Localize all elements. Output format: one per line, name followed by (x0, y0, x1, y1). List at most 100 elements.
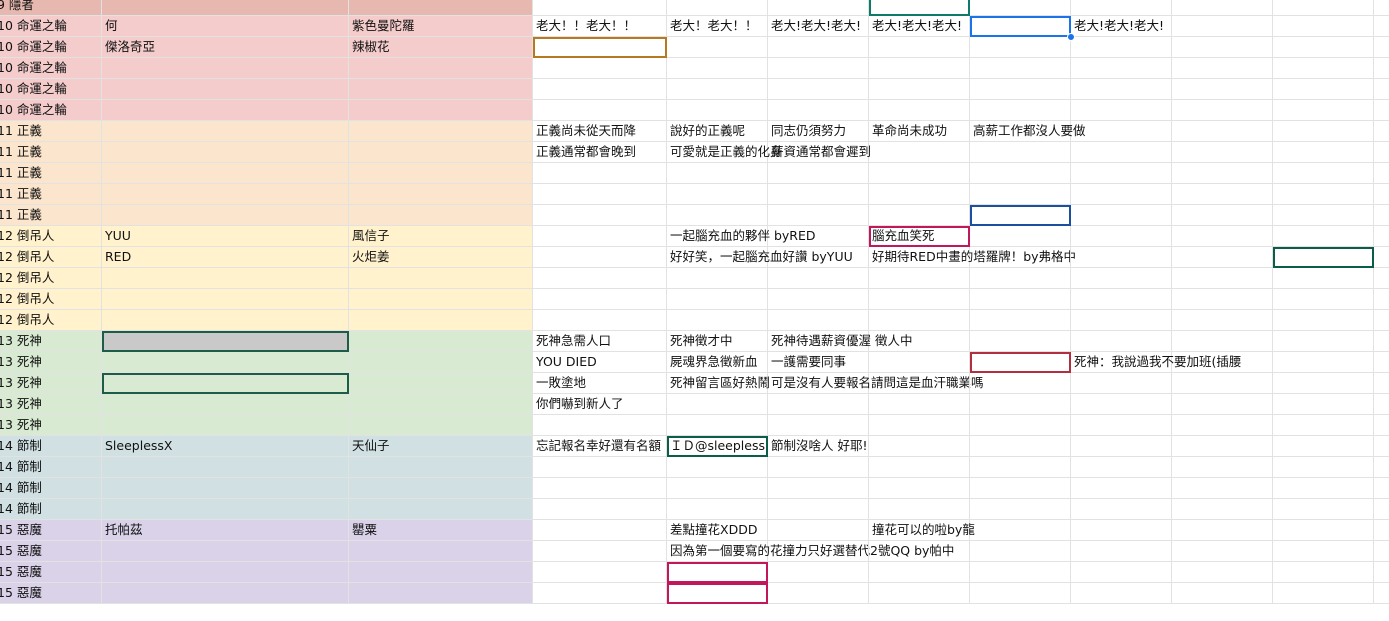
cell[interactable] (1172, 0, 1273, 16)
cell[interactable]: 12 倒吊人 (0, 226, 102, 247)
cell[interactable]: 老大!老大!老大! (768, 16, 869, 37)
cell[interactable]: 13 死神 (0, 394, 102, 415)
cell[interactable] (349, 352, 533, 373)
cell[interactable] (1172, 184, 1273, 205)
cell[interactable] (1273, 163, 1374, 184)
cell[interactable] (102, 205, 349, 226)
cell[interactable] (970, 142, 1071, 163)
cell[interactable] (1374, 268, 1389, 289)
cell[interactable] (349, 58, 533, 79)
cell[interactable]: 可愛就是正義的化身 (667, 142, 783, 163)
cell[interactable] (869, 310, 970, 331)
cell[interactable]: 差點撞花XDDD (667, 520, 768, 541)
cell[interactable] (970, 562, 1071, 583)
cell[interactable]: 13 死神 (0, 331, 102, 352)
cell[interactable] (102, 289, 349, 310)
cell[interactable] (1071, 415, 1172, 436)
cell[interactable] (349, 373, 533, 394)
cell[interactable] (1374, 562, 1389, 583)
cell[interactable] (1071, 247, 1172, 268)
cell[interactable] (1071, 436, 1172, 457)
cell[interactable]: 10 命運之輪 (0, 79, 102, 100)
cell[interactable] (667, 289, 768, 310)
cell[interactable] (1172, 583, 1273, 604)
cell[interactable] (970, 541, 1071, 562)
cell[interactable] (533, 478, 667, 499)
cell[interactable] (970, 394, 1071, 415)
cell[interactable]: 12 倒吊人 (0, 310, 102, 331)
cell[interactable] (1374, 16, 1389, 37)
cell[interactable] (1172, 541, 1273, 562)
cell[interactable]: 你們嚇到新人了 (533, 394, 667, 415)
cell[interactable] (1172, 163, 1273, 184)
cell[interactable] (869, 289, 970, 310)
cell[interactable] (970, 37, 1071, 58)
cell[interactable]: 11 正義 (0, 184, 102, 205)
cell[interactable] (1374, 142, 1389, 163)
cell[interactable] (768, 499, 869, 520)
cell[interactable] (1374, 37, 1389, 58)
cell[interactable]: 15 惡魔 (0, 541, 102, 562)
cell[interactable] (869, 394, 970, 415)
cell[interactable] (1172, 289, 1273, 310)
cell[interactable] (533, 226, 667, 247)
cell[interactable]: 同志仍須努力 (768, 121, 869, 142)
cell[interactable] (102, 79, 349, 100)
cell[interactable] (1273, 562, 1374, 583)
cell[interactable] (349, 205, 533, 226)
cell[interactable] (970, 499, 1071, 520)
cell[interactable]: 風信子 (349, 226, 533, 247)
cell[interactable] (102, 0, 349, 16)
cell[interactable] (869, 436, 970, 457)
cell[interactable] (1071, 142, 1172, 163)
cell[interactable] (667, 100, 768, 121)
cell[interactable] (1172, 373, 1273, 394)
cell[interactable]: 老大！老大！！ (667, 16, 768, 37)
cell[interactable] (1374, 163, 1389, 184)
cell[interactable] (970, 268, 1071, 289)
cell[interactable]: SleeplessX (102, 436, 349, 457)
cell[interactable]: 11 正義 (0, 205, 102, 226)
cell[interactable] (1172, 268, 1273, 289)
cell[interactable] (869, 37, 970, 58)
cell[interactable] (349, 0, 533, 16)
cell[interactable] (1374, 373, 1389, 394)
cell[interactable] (349, 562, 533, 583)
cell[interactable] (1071, 394, 1172, 415)
cell[interactable] (768, 562, 869, 583)
cell[interactable]: YUU (102, 226, 349, 247)
cell[interactable] (102, 562, 349, 583)
cell[interactable] (102, 499, 349, 520)
cell[interactable] (1071, 457, 1172, 478)
cell[interactable]: 10 命運之輪 (0, 16, 102, 37)
cell[interactable] (869, 457, 970, 478)
cell[interactable] (970, 163, 1071, 184)
cell[interactable] (349, 142, 533, 163)
cell[interactable] (1273, 520, 1374, 541)
cell[interactable] (1374, 583, 1389, 604)
cell[interactable] (533, 583, 667, 604)
cell[interactable] (1273, 58, 1374, 79)
cell[interactable] (768, 79, 869, 100)
cell[interactable] (970, 184, 1071, 205)
cell[interactable] (1172, 247, 1273, 268)
cell[interactable]: 11 正義 (0, 121, 102, 142)
cell[interactable] (1172, 562, 1273, 583)
cell[interactable] (1172, 16, 1273, 37)
cell[interactable] (1172, 478, 1273, 499)
cell[interactable] (667, 478, 768, 499)
cell[interactable] (1071, 226, 1172, 247)
cell[interactable] (768, 37, 869, 58)
cell[interactable] (1172, 415, 1273, 436)
cell[interactable] (869, 499, 970, 520)
cell[interactable] (768, 268, 869, 289)
cell[interactable]: 11 正義 (0, 142, 102, 163)
cell[interactable] (102, 58, 349, 79)
cell[interactable] (533, 247, 667, 268)
cell[interactable]: 辣椒花 (349, 37, 533, 58)
cell[interactable]: 老大!老大!老大! (869, 16, 970, 37)
cell[interactable] (667, 163, 768, 184)
cell[interactable] (1374, 79, 1389, 100)
cell[interactable] (533, 100, 667, 121)
cell[interactable] (1374, 0, 1389, 16)
